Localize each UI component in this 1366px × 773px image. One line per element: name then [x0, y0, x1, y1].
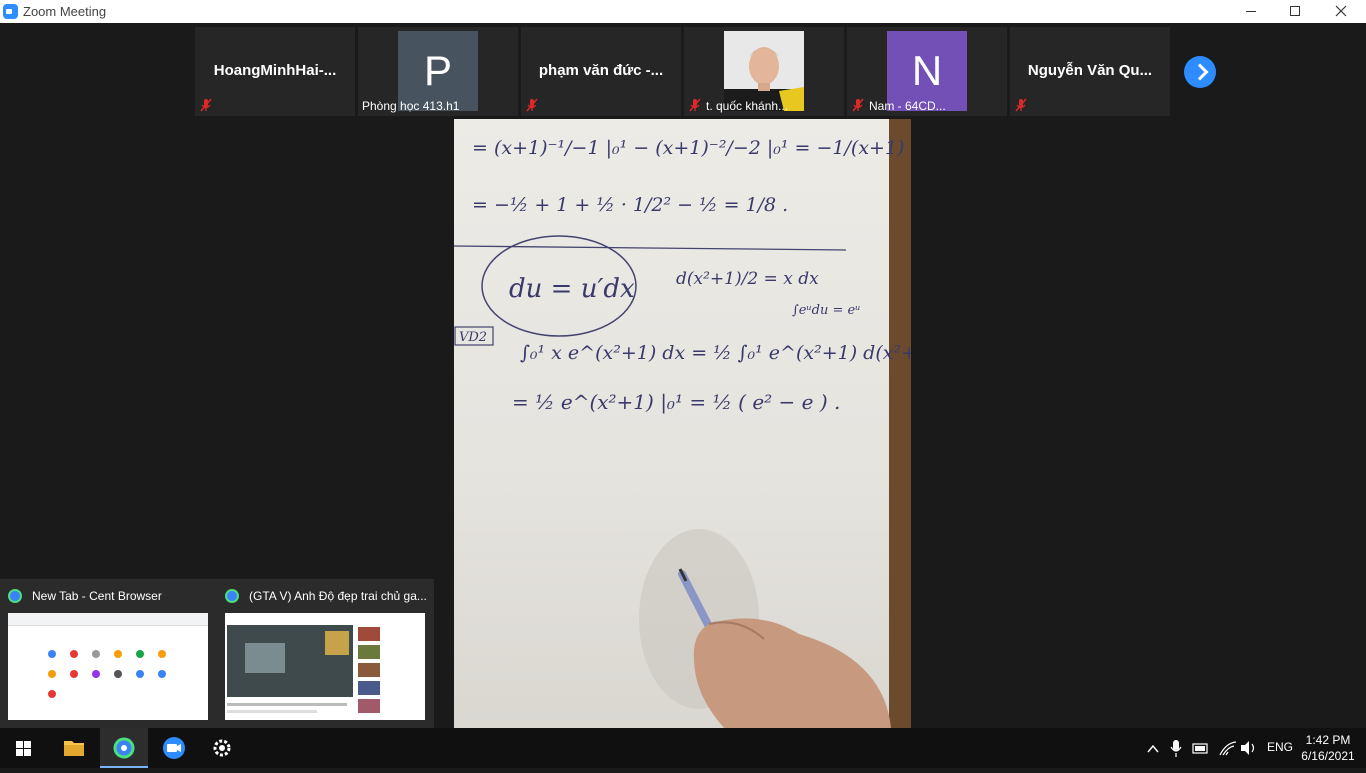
zoom-icon [163, 737, 185, 759]
wifi-icon [1219, 741, 1237, 756]
settings-button[interactable] [198, 728, 246, 768]
participant-tile[interactable]: phạm văn đức -... [521, 27, 681, 116]
taskbar-previews: New Tab - Cent Browser (GTA V) Anh Độ đẹ… [0, 579, 434, 728]
participant-name: HoangMinhHai-... [213, 62, 337, 79]
muted-mic-icon [200, 98, 212, 112]
cent-browser-button[interactable] [100, 728, 148, 768]
clock-time: 1:42 PM [1305, 733, 1351, 747]
math-line-4: = ½ e^(x²+1) |₀¹ = ½ ( e² − e ) . [512, 390, 840, 415]
participant-name: Nam - 64CD... [869, 99, 946, 113]
close-icon [1335, 5, 1347, 17]
windows-taskbar: ENG 1:42 PM 6/16/2021 [0, 728, 1366, 768]
cent-browser-icon [8, 589, 22, 603]
next-page-button[interactable] [1184, 56, 1216, 88]
zoom-button[interactable] [150, 728, 198, 768]
participant-name: Nguyễn Văn Qu... [1027, 62, 1153, 79]
muted-mic-icon [1015, 98, 1027, 112]
preview-youtube[interactable]: (GTA V) Anh Độ đẹp trai chủ ga... [217, 579, 433, 728]
file-explorer-button[interactable] [50, 728, 98, 768]
handwriting: = (x+1)⁻¹/−1 |₀¹ − (x+1)⁻²/−2 |₀¹ = −1/(… [454, 137, 911, 728]
start-icon [16, 741, 31, 756]
participant-tile[interactable]: P Phòng học 413.h1 [358, 27, 518, 116]
participant-tile[interactable]: Nguyễn Văn Qu... [1010, 27, 1170, 116]
title-bar: Zoom Meeting [0, 0, 1366, 23]
muted-mic-icon [526, 98, 538, 112]
chevron-up-icon [1147, 744, 1159, 753]
clock[interactable]: 1:42 PM 6/16/2021 [1296, 732, 1360, 764]
settings-icon [213, 739, 231, 757]
minimize-button[interactable] [1228, 0, 1274, 23]
participant-tile[interactable]: N Nam - 64CD... [847, 27, 1007, 116]
preview-new-tab[interactable]: New Tab - Cent Browser [0, 579, 216, 728]
language-indicator[interactable]: ENG [1267, 740, 1293, 756]
start-button[interactable] [0, 728, 48, 768]
file-explorer-icon [64, 741, 84, 756]
participant-name: t. quốc khánh... [706, 99, 789, 113]
close-button[interactable] [1318, 0, 1364, 23]
maximize-button[interactable] [1272, 0, 1318, 23]
volume-icon [1241, 741, 1249, 755]
participant-tile[interactable]: HoangMinhHai-... [195, 27, 355, 116]
preview-thumbnail [225, 613, 425, 720]
participant-name: Phòng học 413.h1 [362, 99, 460, 113]
cent-browser-icon [113, 737, 135, 759]
muted-mic-icon [689, 98, 701, 112]
preview-title: (GTA V) Anh Độ đẹp trai chủ ga... [249, 589, 427, 603]
math-line-2: = −½ + 1 + ½ · 1/2² − ½ = 1/8 . [472, 194, 788, 216]
math-side-1: d(x²+1)/2 = x dx [676, 269, 819, 289]
math-circled: du = u′dx [509, 274, 635, 304]
cent-browser-icon [225, 589, 239, 603]
muted-mic-icon [852, 98, 864, 112]
math-line-3: ∫₀¹ x e^(x²+1) dx = ½ ∫₀¹ e^(x²+1) d(x²+… [520, 342, 911, 364]
preview-thumbnail [8, 613, 208, 720]
preview-title: New Tab - Cent Browser [32, 589, 162, 603]
microphone-icon [1173, 740, 1179, 751]
math-side-2: ∫eᵘdu = eᵘ [792, 303, 860, 318]
window-title: Zoom Meeting [23, 4, 107, 19]
clock-date: 6/16/2021 [1301, 749, 1355, 763]
math-label: VD2 [459, 330, 487, 345]
shared-video: = (x+1)⁻¹/−1 |₀¹ − (x+1)⁻²/−2 |₀¹ = −1/(… [454, 119, 911, 728]
math-line-1: = (x+1)⁻¹/−1 |₀¹ − (x+1)⁻²/−2 |₀¹ = −1/(… [472, 137, 911, 159]
participant-tile[interactable]: t. quốc khánh... [684, 27, 844, 116]
zoom-app-icon [3, 4, 18, 19]
participant-name: phạm văn đức -... [538, 62, 664, 79]
participant-strip: HoangMinhHai-... P Phòng học 413.h1 phạm… [0, 27, 1366, 116]
